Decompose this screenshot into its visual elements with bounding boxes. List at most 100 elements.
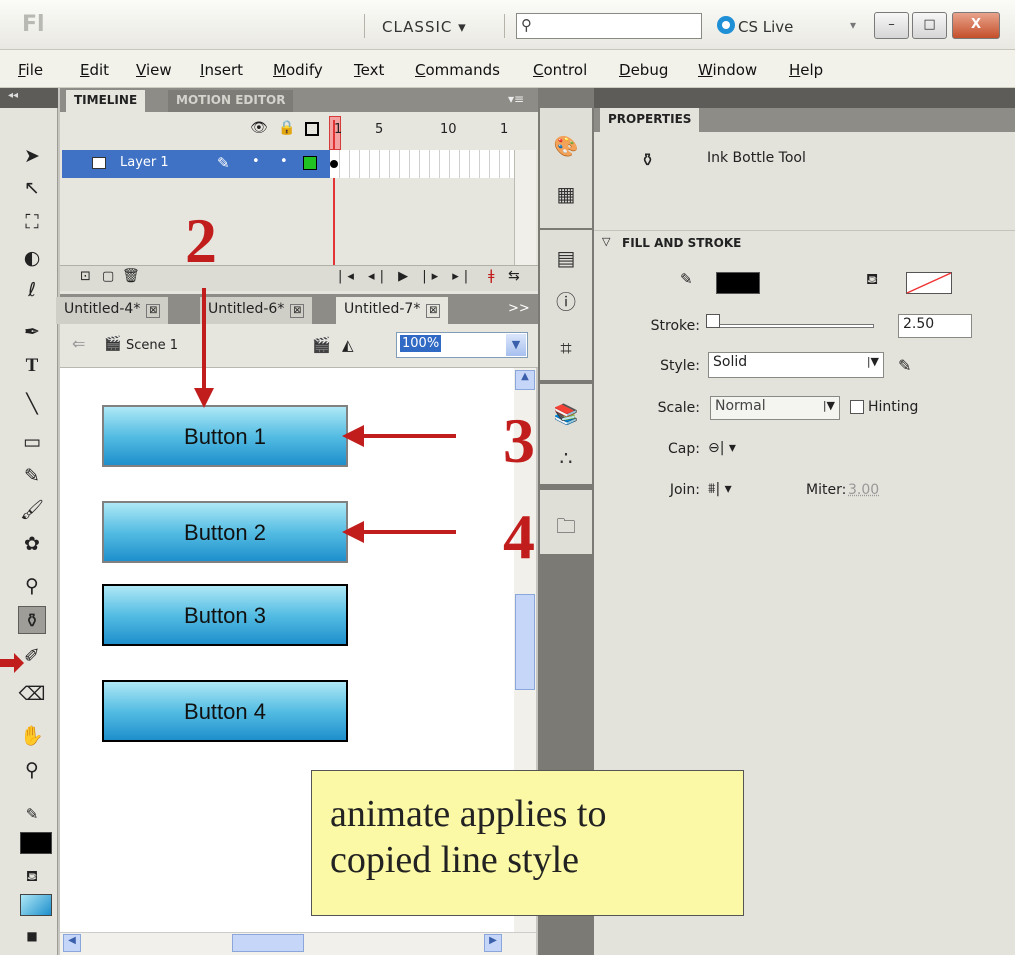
layer-row[interactable]: Layer 1 ✎ • • xyxy=(62,150,330,178)
tab-untitled-6[interactable]: Untitled-6* ⊠ xyxy=(200,297,313,324)
loop-icon[interactable]: ⇆ xyxy=(508,268,520,284)
visibility-dot-icon[interactable]: • xyxy=(252,154,260,169)
motion-presets-icon[interactable]: ∴ xyxy=(552,444,580,472)
tab-properties[interactable]: PROPERTIES xyxy=(600,108,700,132)
text-tool-icon[interactable]: T xyxy=(18,352,46,380)
brush-tool-icon[interactable]: 🖌 xyxy=(18,496,46,524)
rectangle-tool-icon[interactable]: ▭ xyxy=(18,428,46,456)
close-tab-icon[interactable]: ⊠ xyxy=(146,304,161,318)
pencil-tool-icon[interactable]: ✎ xyxy=(18,462,46,490)
menu-window[interactable]: Window xyxy=(698,61,757,79)
align-icon[interactable]: ▤ xyxy=(552,244,580,272)
scene-name[interactable]: Scene 1 xyxy=(126,338,178,353)
outline-layers-icon[interactable] xyxy=(305,122,319,136)
workspace-switcher[interactable]: CLASSIC ▾ xyxy=(382,18,467,36)
3d-rotation-tool-icon[interactable]: ◐ xyxy=(18,244,46,272)
tab-untitled-7[interactable]: Untitled-7* ⊠ xyxy=(336,297,449,324)
line-tool-icon[interactable]: ╲ xyxy=(18,390,46,418)
scroll-thumb[interactable] xyxy=(232,934,304,952)
stage-button-3[interactable]: Button 3 xyxy=(102,584,348,646)
zoom-value[interactable]: 100% xyxy=(400,335,442,352)
free-transform-tool-icon[interactable]: ⛶ xyxy=(18,208,46,236)
delete-layer-icon[interactable]: 🗑 xyxy=(122,268,140,284)
menu-help[interactable]: Help xyxy=(789,61,823,79)
menu-insert[interactable]: Insert xyxy=(200,61,243,79)
collapse-icon[interactable]: ◂◂ xyxy=(8,90,18,101)
scroll-left-button[interactable]: ◀ xyxy=(63,934,81,952)
stroke-value-input[interactable]: 2.50 xyxy=(898,314,972,338)
playback-controls-icon[interactable]: |◂ ◂| ▶ |▸ ▸| xyxy=(338,269,473,284)
scroll-thumb[interactable] xyxy=(515,594,535,690)
pen-tool-icon[interactable]: ✒ xyxy=(18,318,46,346)
new-layer-icon[interactable]: ⊡ xyxy=(80,269,91,284)
zoom-select[interactable]: 100% ▼ xyxy=(396,332,528,358)
close-button[interactable]: X xyxy=(952,12,1000,39)
lock-layers-icon[interactable]: 🔒 xyxy=(278,120,295,136)
join-style-select[interactable]: ⩩| ▾ xyxy=(708,481,732,497)
timeline-scrollbar[interactable] xyxy=(514,150,536,265)
swap-colors-icon[interactable]: ■ xyxy=(18,922,46,950)
library-icon[interactable]: 📚 xyxy=(552,400,580,428)
menu-commands[interactable]: Commands xyxy=(415,61,500,79)
info-icon[interactable]: ⓘ xyxy=(552,288,580,316)
outline-color-box[interactable] xyxy=(303,156,317,170)
eraser-tool-icon[interactable]: ⌫ xyxy=(18,680,46,708)
zoom-tool-icon[interactable]: ⚲ xyxy=(18,756,46,784)
cslive-icon[interactable] xyxy=(717,16,735,34)
keyframe-dot[interactable] xyxy=(330,160,338,168)
ink-bottle-tool-icon[interactable]: ⚱ xyxy=(18,606,46,634)
collapse-triangle-icon[interactable]: ▽ xyxy=(602,235,610,248)
chevron-down-icon[interactable]: |▼ xyxy=(867,355,879,368)
edit-symbol-icon[interactable]: ◭ xyxy=(342,336,354,354)
new-folder-icon[interactable]: ▢ xyxy=(102,269,114,284)
search-input[interactable]: ⚲ xyxy=(516,13,702,39)
close-tab-icon[interactable]: ⊠ xyxy=(426,304,441,318)
stage-horizontal-scrollbar[interactable]: ◀ ▶ xyxy=(60,932,536,955)
stage-button-4[interactable]: Button 4 xyxy=(102,680,348,742)
stage-button-1[interactable]: Button 1 xyxy=(102,405,348,467)
menu-file[interactable]: File xyxy=(18,61,43,79)
menu-text[interactable]: Text xyxy=(354,61,384,79)
panel-menu-icon[interactable]: ▾≡ xyxy=(508,92,524,106)
scroll-up-button[interactable]: ▲ xyxy=(515,370,535,390)
cslive-button[interactable]: CS Live xyxy=(738,18,793,36)
cslive-dropdown-icon[interactable]: ▾ xyxy=(850,18,856,32)
subselection-tool-icon[interactable]: ↖ xyxy=(18,174,46,202)
stage-button-2[interactable]: Button 2 xyxy=(102,501,348,563)
miter-value[interactable]: 3.00 xyxy=(848,482,879,498)
scale-select[interactable]: Normal |▼ xyxy=(710,396,840,420)
onion-skin-icon[interactable]: ǂ xyxy=(488,268,494,284)
fill-stroke-section-header[interactable]: ▽ FILL AND STROKE xyxy=(594,230,1015,254)
minimize-button[interactable]: – xyxy=(874,12,909,39)
menu-control[interactable]: Control xyxy=(533,61,587,79)
transform-icon[interactable]: ⌗ xyxy=(552,334,580,362)
deco-tool-icon[interactable]: ✿ xyxy=(18,530,46,558)
chevron-down-icon[interactable]: ▼ xyxy=(506,334,526,356)
tab-untitled-4[interactable]: Untitled-4* ⊠ xyxy=(56,297,169,324)
hinting-checkbox[interactable] xyxy=(850,400,864,414)
close-tab-icon[interactable]: ⊠ xyxy=(290,304,305,318)
style-select[interactable]: Solid |▼ xyxy=(708,352,884,378)
menu-debug[interactable]: Debug xyxy=(619,61,668,79)
edit-stroke-style-pencil-icon[interactable]: ✎ xyxy=(898,356,911,375)
menu-view[interactable]: View xyxy=(136,61,172,79)
back-arrow-icon[interactable]: ⇐ xyxy=(72,334,85,353)
frame-grid[interactable] xyxy=(330,150,514,178)
tab-motion-editor[interactable]: MOTION EDITOR xyxy=(168,90,294,112)
stroke-color-swatch[interactable] xyxy=(20,832,52,854)
menu-modify[interactable]: Modify xyxy=(273,61,323,79)
swatches-grid-icon[interactable]: ▦ xyxy=(552,180,580,208)
cap-style-select[interactable]: ⊖| ▾ xyxy=(708,440,736,456)
show-layers-eye-icon[interactable]: 👁 xyxy=(250,120,268,136)
color-palette-icon[interactable]: 🎨 xyxy=(552,132,580,160)
edit-scene-icon[interactable]: 🎬 xyxy=(312,336,331,354)
tab-overflow-button[interactable]: >> xyxy=(508,301,530,316)
layer-name[interactable]: Layer 1 xyxy=(120,155,169,170)
bone-tool-icon[interactable]: ⚲ xyxy=(18,572,46,600)
stroke-slider[interactable] xyxy=(710,324,874,328)
scroll-right-button[interactable]: ▶ xyxy=(484,934,502,952)
stroke-slider-handle[interactable] xyxy=(706,314,720,328)
maximize-button[interactable]: □ xyxy=(912,12,947,39)
components-icon[interactable]: 🗀 xyxy=(552,512,580,540)
lock-dot-icon[interactable]: • xyxy=(280,154,288,169)
